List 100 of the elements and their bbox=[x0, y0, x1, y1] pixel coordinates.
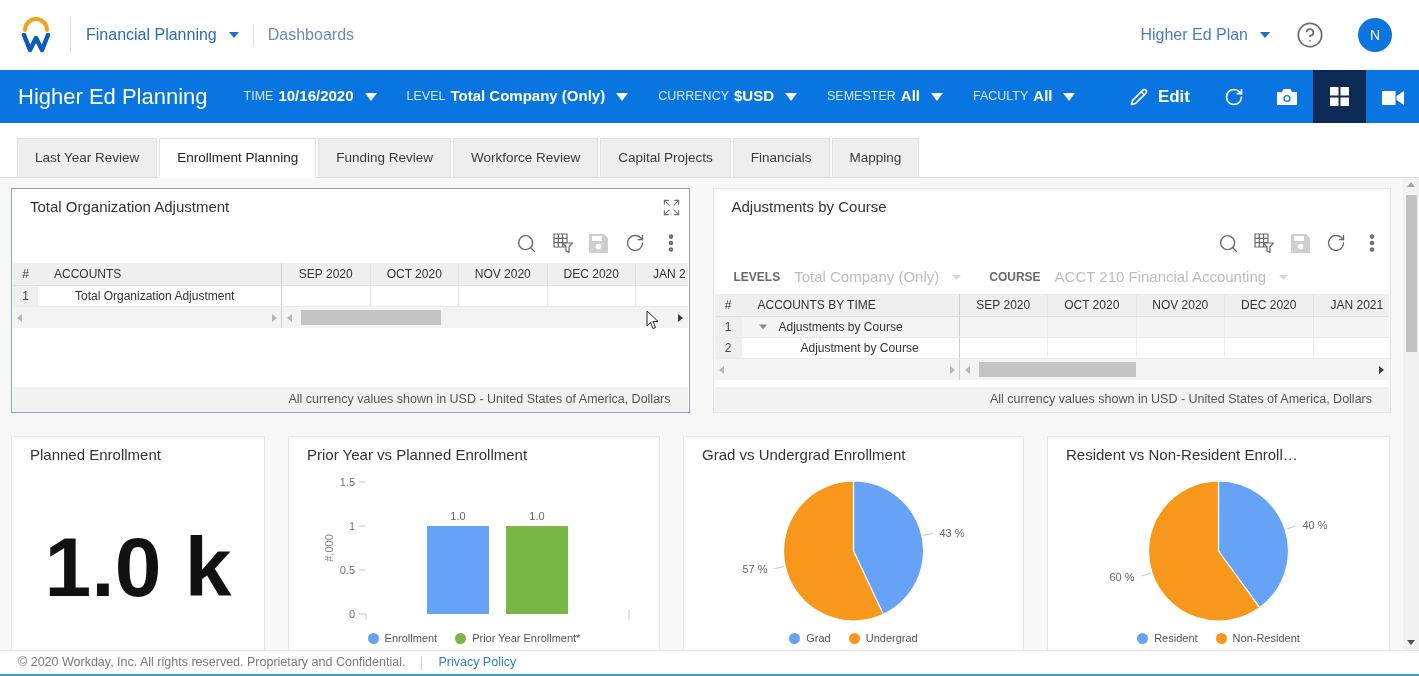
kpi-value: 1.0 k bbox=[44, 525, 232, 609]
row-number: 1 bbox=[13, 286, 38, 306]
percent-label: 60 % bbox=[1109, 570, 1135, 583]
filter-dropdown[interactable]: LEVEL Total Company (Only) bbox=[406, 85, 629, 108]
tab[interactable]: Last Year Review bbox=[17, 138, 158, 178]
column-header: OCT 2020 bbox=[370, 263, 459, 285]
row-label: Total Organization Adjustment bbox=[75, 288, 235, 305]
dashboard-title: Higher Ed Planning bbox=[18, 83, 208, 111]
scroll-right-icon[interactable] bbox=[1379, 365, 1384, 374]
widget-title: Prior Year vs Planned Enrollment bbox=[307, 445, 528, 466]
caret-icon bbox=[952, 274, 962, 280]
column-header: NOV 2020 bbox=[459, 263, 548, 285]
column-header: JAN 2 bbox=[652, 266, 687, 283]
refresh-icon[interactable] bbox=[1326, 233, 1346, 253]
row-number: 2 bbox=[714, 338, 742, 358]
tab[interactable]: Workforce Review bbox=[452, 138, 599, 178]
caret-icon bbox=[616, 92, 629, 101]
edit-button[interactable]: Edit bbox=[1129, 83, 1190, 110]
column-header: OCT 2020 bbox=[1048, 294, 1137, 316]
table-row[interactable]: 1 Total Organization Adjustment bbox=[13, 286, 688, 307]
table-row[interactable]: 1 Adjustments by Course bbox=[714, 317, 1389, 338]
row-label: Adjustments by Course bbox=[778, 319, 903, 336]
column-header: # bbox=[21, 266, 30, 283]
column-header: DEC 2020 bbox=[1225, 294, 1314, 316]
grid-icon bbox=[1330, 87, 1349, 106]
tab[interactable]: Funding Review bbox=[318, 138, 451, 178]
camera-icon[interactable] bbox=[1276, 88, 1297, 105]
logo-icon[interactable] bbox=[21, 17, 51, 53]
column-header: ACCOUNTS BY TIME bbox=[741, 294, 960, 316]
caret-icon bbox=[930, 92, 943, 101]
column-header: NOV 2020 bbox=[1136, 294, 1225, 316]
bar-value-label: 1.0 bbox=[529, 510, 545, 522]
caret-icon bbox=[364, 92, 377, 101]
help-icon[interactable] bbox=[1296, 21, 1324, 49]
caret-icon bbox=[785, 92, 798, 101]
collapse-arrow-icon[interactable] bbox=[758, 323, 767, 331]
video-camera-icon bbox=[1381, 88, 1404, 105]
tab[interactable]: Mapping bbox=[831, 138, 920, 178]
panel-title: Total Organization Adjustment bbox=[30, 197, 230, 218]
scrollbar-thumb[interactable] bbox=[978, 362, 1136, 377]
widget-title: Resident vs Non-Resident Enroll… bbox=[1066, 445, 1298, 466]
widget-title: Planned Enrollment bbox=[30, 445, 161, 466]
caret-icon bbox=[228, 32, 239, 38]
scroll-down-icon[interactable] bbox=[1407, 640, 1415, 645]
scrollbar-thumb[interactable] bbox=[301, 310, 441, 325]
filter-dropdown[interactable]: FACULTY All bbox=[972, 85, 1076, 108]
tab[interactable]: Enrollment Planning bbox=[159, 138, 317, 178]
caret-icon bbox=[1279, 274, 1289, 280]
search-icon[interactable] bbox=[1217, 232, 1239, 254]
column-header: DEC 2020 bbox=[547, 263, 636, 285]
column-header: JAN 2021 bbox=[1329, 297, 1385, 314]
y-axis-label: #,000 bbox=[323, 534, 335, 562]
legend-label: Grad bbox=[806, 630, 831, 646]
horizontal-scrollbar[interactable] bbox=[282, 307, 688, 328]
leader-line bbox=[1140, 572, 1152, 577]
legend-label: Non-Resident bbox=[1232, 630, 1300, 646]
grid-view-button[interactable] bbox=[1313, 70, 1366, 123]
scroll-right-icon[interactable] bbox=[677, 313, 683, 322]
tab[interactable]: Capital Projects bbox=[600, 138, 731, 178]
legend-label: Enrollment bbox=[384, 630, 438, 646]
bar-value-label: 1.0 bbox=[450, 510, 466, 522]
y-tick-label: 1 bbox=[348, 520, 355, 532]
app-menu-button[interactable]: Financial Planning bbox=[86, 23, 239, 47]
percent-label: 43 % bbox=[939, 526, 965, 539]
search-icon[interactable] bbox=[516, 232, 537, 254]
mouse-pointer-icon bbox=[646, 310, 659, 330]
legend-label: Undergrad bbox=[865, 630, 918, 646]
currency-note: All currency values shown in USD - United States of America, Dollars bbox=[13, 387, 688, 412]
page-scrollbar[interactable] bbox=[1403, 178, 1419, 650]
row-number: 1 bbox=[714, 317, 742, 337]
row-label: Adjustment by Course bbox=[800, 340, 919, 357]
filter-dropdown[interactable]: TIME 10/16/2020 bbox=[243, 85, 377, 108]
table-row[interactable]: 2 Adjustment by Course bbox=[714, 338, 1389, 359]
currency-note: All currency values shown in USD - United States of America, Dollars bbox=[714, 387, 1389, 412]
tab[interactable]: Financials bbox=[732, 138, 830, 178]
plan-menu-button[interactable]: Higher Ed Plan bbox=[1140, 23, 1270, 47]
refresh-icon[interactable] bbox=[1223, 86, 1244, 107]
leader-line bbox=[773, 566, 785, 570]
caret-icon bbox=[1063, 92, 1076, 101]
percent-label: 57 % bbox=[742, 563, 768, 576]
grid-filter-icon[interactable] bbox=[552, 233, 573, 253]
column-header: # bbox=[723, 297, 733, 314]
expand-icon[interactable] bbox=[661, 198, 681, 217]
legend-label: Resident bbox=[1154, 630, 1198, 646]
panel-title: Adjustments by Course bbox=[731, 197, 887, 218]
filter-dropdown[interactable]: SEMESTER All bbox=[827, 85, 943, 108]
privacy-policy-link[interactable]: Privacy Policy bbox=[438, 653, 517, 672]
legend-label: Prior Year Enrollment* bbox=[472, 630, 581, 646]
caret-icon bbox=[1260, 32, 1270, 38]
column-header: ACCOUNTS bbox=[38, 263, 282, 285]
refresh-icon[interactable] bbox=[624, 233, 645, 253]
leader-line bbox=[1285, 525, 1297, 530]
filter-dropdown[interactable]: CURRENCY $USD bbox=[658, 85, 798, 108]
dashboards-link[interactable]: Dashboards bbox=[267, 23, 355, 47]
grid-filter-icon[interactable] bbox=[1254, 233, 1274, 253]
column-header: SEP 2020 bbox=[282, 263, 371, 285]
prompt-label: COURSE bbox=[989, 269, 1041, 286]
user-avatar[interactable]: N bbox=[1358, 18, 1392, 52]
scrollbar-thumb[interactable] bbox=[1405, 195, 1417, 352]
horizontal-scrollbar[interactable] bbox=[959, 359, 1389, 380]
